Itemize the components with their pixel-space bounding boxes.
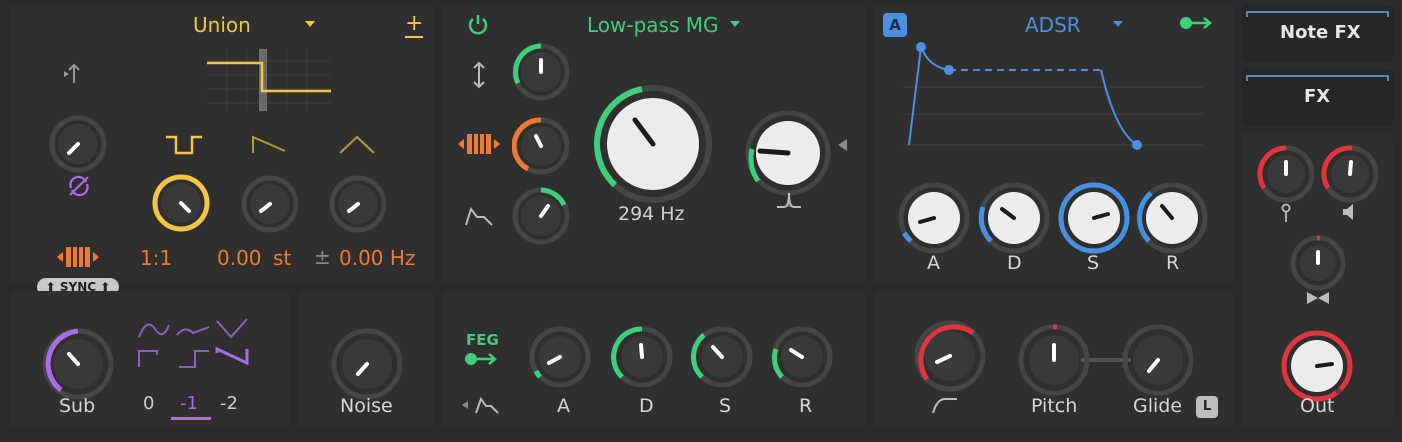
feg-route-icon[interactable] [464, 351, 500, 367]
collapse-arrow-icon[interactable] [462, 401, 468, 409]
velocity-knob[interactable] [913, 319, 987, 393]
adsr-envelope-display[interactable] [903, 39, 1203, 159]
volume-knob[interactable] [1321, 145, 1379, 203]
cutoff-value: 294 Hz [618, 203, 685, 225]
feg-decay-knob[interactable] [610, 325, 674, 389]
synth-device: Union + 1:1 0.00 st ± 0.00 Hz ⬆ SYNC ⬆ S… [0, 0, 1402, 442]
sub-level-knob[interactable] [41, 327, 115, 401]
pitch-knob[interactable] [49, 115, 107, 173]
amp-decay-label: D [1007, 252, 1022, 274]
output-panel: Out [1242, 133, 1393, 427]
resonance-knob[interactable] [744, 109, 832, 197]
amp-sustain-label: S [1087, 252, 1100, 274]
waveform-display [207, 49, 331, 111]
amp-attack-label: A [927, 252, 940, 274]
feg-release-knob[interactable] [770, 325, 834, 389]
pan-pin-icon [1281, 203, 1291, 222]
resonance-peak-icon [777, 192, 801, 208]
amp-env-panel: A ADSR A D S R [873, 5, 1235, 283]
pitch-arrow-icon [64, 63, 80, 83]
out-knob[interactable] [1280, 329, 1354, 403]
fx-label: FX [1304, 86, 1331, 107]
amp-env-route-icon[interactable] [1179, 15, 1215, 31]
chevron-down-icon[interactable] [305, 21, 315, 27]
velocity-curve-icon [932, 398, 957, 414]
ratio-value[interactable]: 1:1 [140, 248, 172, 268]
pan-knob[interactable] [1257, 145, 1315, 203]
amp-release-label: R [1166, 252, 1180, 274]
note-fx-bar [1246, 11, 1389, 17]
envelope-icon [475, 396, 499, 414]
saw-level-knob[interactable] [241, 175, 299, 233]
power-icon[interactable] [466, 13, 490, 37]
feg-sustain-label: S [719, 395, 732, 417]
fx-bar [1246, 75, 1389, 81]
feg-attack-label: A [557, 395, 570, 417]
pitch-knob[interactable] [1017, 323, 1091, 397]
amp-decay-knob[interactable] [977, 181, 1051, 255]
keytrack-icon[interactable] [55, 245, 101, 269]
amp-sustain-knob[interactable] [1057, 181, 1131, 255]
amp-env-badge: A [883, 13, 907, 37]
sub-octave-minus2[interactable]: -2 [220, 395, 238, 413]
saw-wave-icon [252, 135, 286, 153]
filter-type-value[interactable]: Low-pass MG [587, 15, 719, 35]
sub-panel: Sub 0 -1 -2 [9, 291, 291, 427]
vertical-arrows-icon [473, 61, 485, 89]
keytrack-icon [458, 134, 500, 154]
note-fx-button[interactable]: Note FX [1242, 5, 1393, 62]
sub-waveform-selector[interactable] [135, 315, 255, 371]
add-oscillator-button[interactable]: + [405, 13, 424, 38]
filter-keytrack-knob[interactable] [512, 117, 570, 175]
osc-mode-value[interactable]: Union [193, 15, 251, 35]
triangle-wave-icon [339, 135, 375, 154]
feg-attack-knob[interactable] [528, 325, 592, 389]
square-level-knob[interactable] [151, 173, 211, 233]
speaker-icon [1343, 204, 1353, 220]
feg-release-label: R [799, 395, 813, 417]
semitone-value[interactable]: 0.00 [217, 248, 262, 268]
collapse-arrow-icon[interactable] [838, 139, 847, 151]
sub-label: Sub [59, 395, 96, 417]
cutoff-knob[interactable] [592, 83, 714, 205]
hz-offset-value[interactable]: 0.00 Hz [339, 248, 415, 268]
amp-release-knob[interactable] [1135, 181, 1209, 255]
filter-env-amount-knob[interactable] [512, 187, 570, 245]
amp-env-type-value[interactable]: ADSR [1025, 15, 1081, 35]
glide-label: Glide [1133, 395, 1183, 417]
sub-octave-0[interactable]: 0 [143, 395, 154, 413]
feg-panel: FEG A D S R [442, 291, 866, 427]
feg-sustain-knob[interactable] [690, 325, 754, 389]
chevron-down-icon[interactable] [1113, 21, 1123, 27]
noise-level-knob[interactable] [330, 327, 404, 401]
pitch-panel: Pitch Glide L [873, 291, 1235, 427]
noise-panel: Noise [298, 291, 435, 427]
fx-button[interactable]: FX [1242, 69, 1393, 126]
sub-octave-selected-indicator [171, 417, 211, 420]
oscillator-panel: Union + 1:1 0.00 st ± 0.00 Hz [9, 5, 435, 283]
square-wave-icon [166, 135, 202, 155]
note-fx-label: Note FX [1280, 22, 1361, 43]
stereo-width-icon [1307, 292, 1329, 304]
chevron-down-icon[interactable] [730, 21, 740, 27]
pitch-label: Pitch [1031, 395, 1078, 417]
glide-knob[interactable] [1121, 323, 1195, 397]
legato-toggle[interactable]: L [1196, 396, 1218, 418]
out-label: Out [1300, 395, 1335, 417]
feg-label: FEG [466, 331, 499, 349]
noise-label: Noise [340, 395, 393, 417]
amp-attack-knob[interactable] [897, 181, 971, 255]
filter-panel: Low-pass MG 294 Hz [442, 5, 866, 283]
semitone-unit: st [273, 246, 292, 270]
sub-octave-minus1[interactable]: -1 [180, 395, 198, 413]
plusminus-symbol: ± [314, 245, 331, 269]
triangle-level-knob[interactable] [329, 175, 387, 233]
envelope-icon [465, 206, 493, 226]
retrigger-icon[interactable] [66, 173, 92, 199]
feg-decay-label: D [639, 395, 654, 417]
width-knob[interactable] [1290, 235, 1346, 291]
filter-drive-knob[interactable] [512, 43, 570, 101]
